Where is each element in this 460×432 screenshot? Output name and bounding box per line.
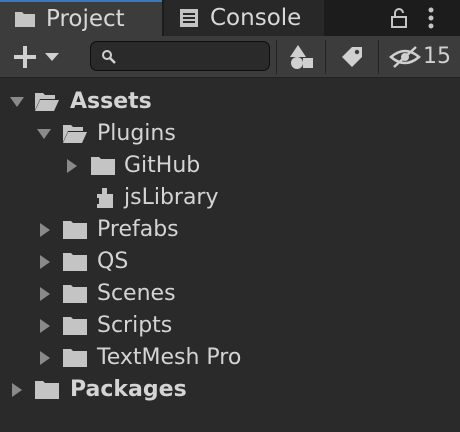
lock-button[interactable] <box>384 0 414 36</box>
tree-item-label: Plugins <box>97 121 176 146</box>
tab-console[interactable]: Console <box>164 0 324 36</box>
collapsed-arrow-icon[interactable] <box>37 318 53 334</box>
more-options-button[interactable] <box>418 0 444 36</box>
collapsed-arrow-icon[interactable] <box>37 350 53 366</box>
expanded-arrow-icon[interactable] <box>9 94 25 110</box>
tree-item-packages[interactable]: Packages <box>0 374 460 406</box>
folder-icon <box>35 381 59 399</box>
tab-bar: Project Console <box>0 0 460 36</box>
folder-icon <box>91 157 115 175</box>
tree-item-assets[interactable]: Assets <box>0 86 460 118</box>
tree-item-prefabs[interactable]: Prefabs <box>0 214 460 246</box>
tree-item-jslibrary[interactable]: jsLibrary <box>0 182 460 214</box>
folder-open-icon <box>63 125 87 143</box>
tab-project[interactable]: Project <box>0 0 162 36</box>
search-by-label-button[interactable] <box>326 36 378 77</box>
eye-slash-icon <box>389 45 421 68</box>
tree-item-scripts[interactable]: Scripts <box>0 310 460 342</box>
tree-item-qs[interactable]: QS <box>0 246 460 278</box>
project-tree: Assets Plugins GitHub jsLibrary Prefabs … <box>0 78 460 432</box>
tree-item-label: TextMesh Pro <box>97 345 242 370</box>
folder-icon <box>15 12 35 27</box>
folder-icon <box>63 349 87 367</box>
tree-item-label: Scripts <box>97 313 173 338</box>
toolbar: 15 <box>0 36 460 78</box>
collapsed-arrow-icon[interactable] <box>64 158 80 174</box>
folder-icon <box>63 285 87 303</box>
tree-item-label: Packages <box>70 377 187 402</box>
folder-icon <box>63 253 87 271</box>
tab-project-label: Project <box>46 6 125 32</box>
hidden-packages-count: 15 <box>423 44 451 69</box>
tree-item-plugins[interactable]: Plugins <box>0 118 460 150</box>
hidden-packages-toggle[interactable]: 15 <box>384 36 456 77</box>
tree-item-label: QS <box>97 249 129 274</box>
plus-icon <box>14 45 36 68</box>
tab-console-label: Console <box>210 5 302 31</box>
create-button[interactable] <box>6 36 66 77</box>
tree-item-label: Assets <box>70 89 152 114</box>
console-icon <box>180 9 198 27</box>
collapsed-arrow-icon[interactable] <box>37 222 53 238</box>
more-vertical-icon <box>428 7 434 29</box>
plugin-icon <box>95 188 113 208</box>
expanded-arrow-icon[interactable] <box>36 126 52 142</box>
collapsed-arrow-icon[interactable] <box>9 382 25 398</box>
tree-item-scenes[interactable]: Scenes <box>0 278 460 310</box>
tree-item-label: jsLibrary <box>124 185 219 210</box>
chevron-down-icon <box>45 52 59 61</box>
folder-icon <box>63 317 87 335</box>
lock-icon <box>391 8 407 28</box>
project-window: Project Console 15 Assets Plugins GitHub… <box>0 0 460 432</box>
collapsed-arrow-icon[interactable] <box>37 286 53 302</box>
search-by-type-button[interactable] <box>277 36 325 77</box>
folder-open-icon <box>35 93 59 111</box>
tree-item-label: Scenes <box>97 281 176 306</box>
search-input[interactable] <box>125 44 265 70</box>
search-field[interactable] <box>90 41 270 71</box>
toolbar-divider <box>378 40 379 74</box>
tag-icon <box>342 46 362 67</box>
shapes-icon <box>290 44 313 69</box>
collapsed-arrow-icon[interactable] <box>37 254 53 270</box>
tree-item-textmesh-pro[interactable]: TextMesh Pro <box>0 342 460 374</box>
tree-item-label: Prefabs <box>97 217 179 242</box>
tree-item-label: GitHub <box>124 153 201 178</box>
folder-icon <box>63 221 87 239</box>
search-icon <box>102 50 116 64</box>
tree-item-github[interactable]: GitHub <box>0 150 460 182</box>
